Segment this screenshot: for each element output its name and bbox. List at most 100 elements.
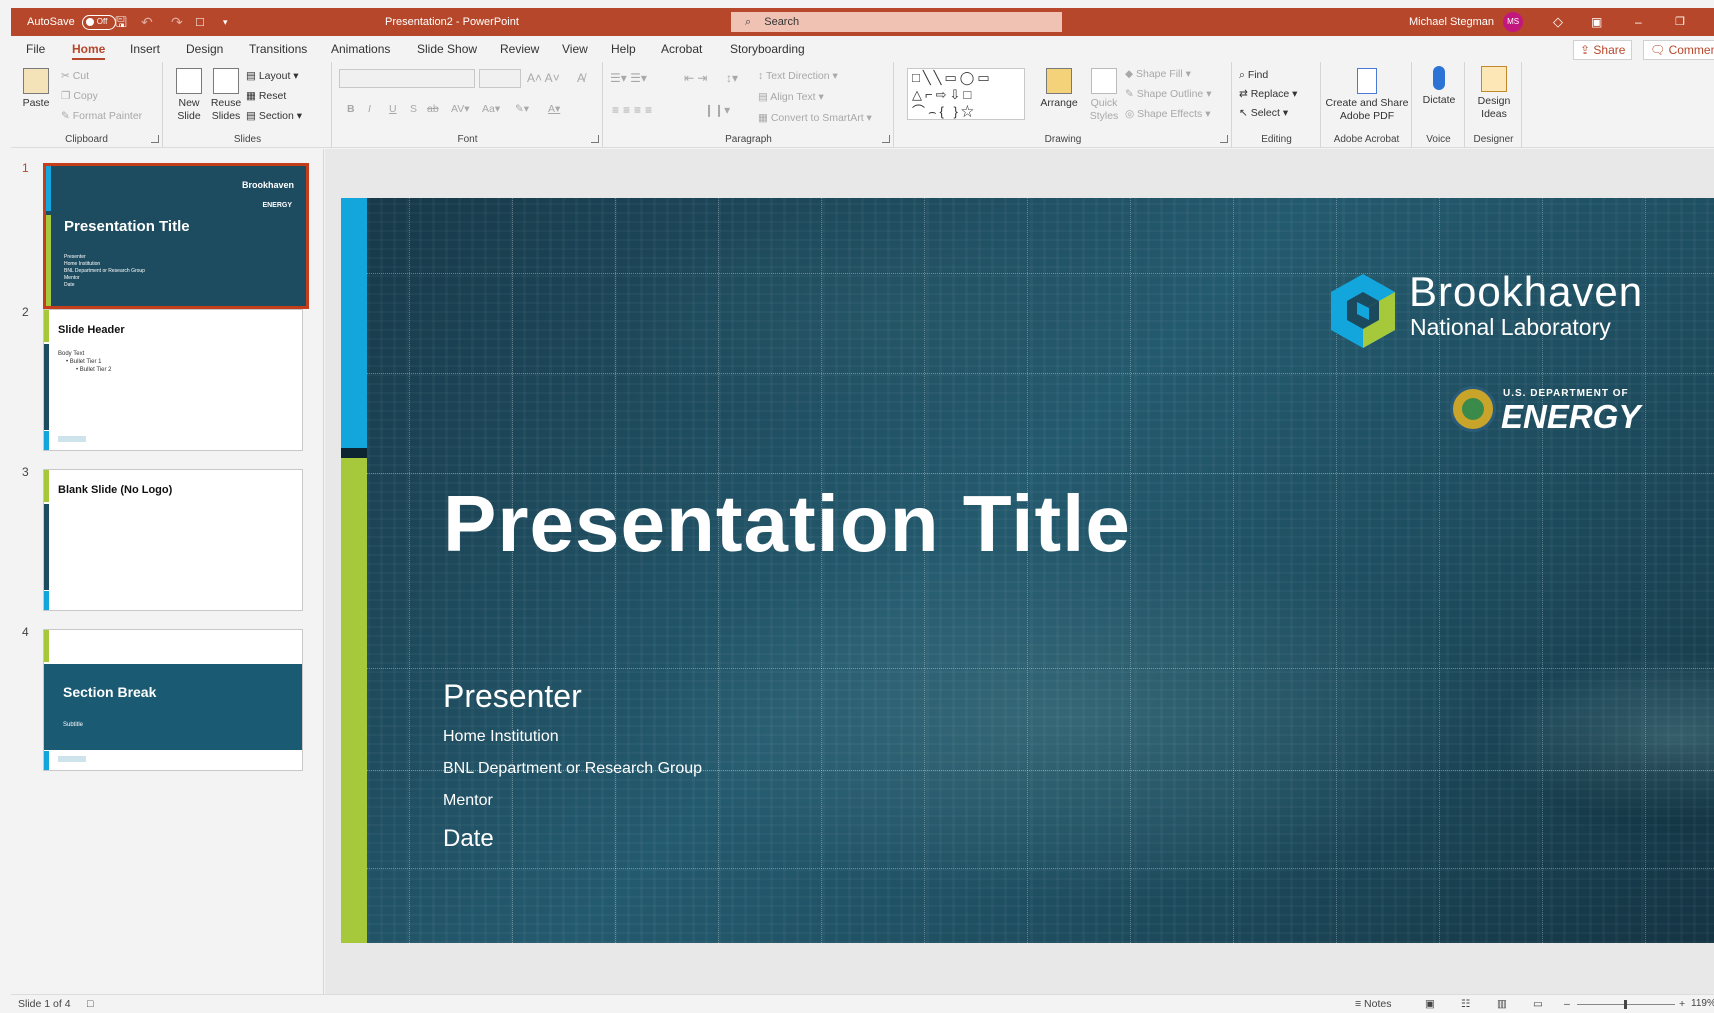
highlight-color-icon[interactable]: ✎▾ <box>515 103 529 115</box>
bullets-icon[interactable]: ☰▾ ☰▾ <box>610 71 647 85</box>
minimize-icon[interactable]: – <box>1635 8 1642 36</box>
indent-icons[interactable]: ⇤ ⇥ <box>684 71 707 85</box>
tab-animations[interactable]: Animations <box>331 36 390 62</box>
reuse-slides-button[interactable]: Reuse Slides <box>210 68 242 123</box>
layout-button[interactable]: ▤ Layout ▾ <box>246 70 299 82</box>
text-direction-button[interactable]: ↕ Text Direction ▾ <box>758 70 838 82</box>
shadow-button[interactable]: S <box>410 103 417 115</box>
user-account[interactable]: Michael Stegman MS <box>1409 8 1524 36</box>
line-spacing-icon[interactable]: ↕▾ <box>726 71 738 85</box>
create-share-pdf-button[interactable]: Create and Share Adobe PDF <box>1324 68 1410 123</box>
slide-title[interactable]: Presentation Title <box>443 478 1131 570</box>
format-painter-button[interactable]: ✎ Format Painter <box>61 110 142 122</box>
underline-button[interactable]: U <box>389 103 397 115</box>
font-launcher-icon[interactable] <box>591 135 599 143</box>
department-text[interactable]: BNL Department or Research Group <box>443 760 702 778</box>
autosave-switch[interactable]: Off <box>81 14 116 30</box>
slide-show-icon[interactable]: ▭ <box>1533 998 1543 1010</box>
share-button[interactable]: ⇪ Share <box>1573 40 1633 60</box>
presenter-text[interactable]: Presenter <box>443 678 582 715</box>
dictate-button[interactable]: Dictate <box>1417 66 1461 107</box>
convert-smartart-button[interactable]: ▦ Convert to SmartArt ▾ <box>758 112 872 124</box>
tab-insert[interactable]: Insert <box>130 36 160 62</box>
slide-thumbnail-2[interactable]: Slide Header Body Text • Bullet Tier 1 •… <box>43 309 303 451</box>
thumb-line: BNL Department or Research Group <box>64 268 145 274</box>
reading-view-icon[interactable]: ▥ <box>1497 998 1507 1010</box>
bold-button[interactable]: B <box>347 103 355 115</box>
comments-button[interactable]: 🗨 Comments <box>1643 40 1714 60</box>
date-text[interactable]: Date <box>443 825 494 853</box>
tab-home[interactable]: Home <box>72 36 106 62</box>
font-size-dropdown[interactable] <box>479 69 521 88</box>
tab-transitions[interactable]: Transitions <box>249 36 307 62</box>
start-from-beginning-icon[interactable]: □ <box>196 8 204 36</box>
slide-thumbnail-3[interactable]: Blank Slide (No Logo) <box>43 469 303 611</box>
shape-outline-button[interactable]: ✎ Shape Outline ▾ <box>1125 88 1211 100</box>
arrange-button[interactable]: Arrange <box>1037 68 1081 110</box>
quick-styles-button[interactable]: Quick Styles <box>1085 68 1123 123</box>
avatar[interactable]: MS <box>1503 12 1524 33</box>
cut-button[interactable]: ✂ Cut <box>61 70 89 82</box>
italic-button[interactable]: I <box>368 103 371 115</box>
tab-slide-show[interactable]: Slide Show <box>417 36 477 62</box>
tab-help[interactable]: Help <box>611 36 636 62</box>
undo-icon[interactable]: ↶ <box>141 8 153 36</box>
paragraph-launcher-icon[interactable] <box>882 135 890 143</box>
slide-thumbnail-1[interactable]: Brookhaven ENERGY Presentation Title Pre… <box>43 163 309 309</box>
notes-button[interactable]: ≡ Notes <box>1355 998 1391 1010</box>
strikethrough-icon[interactable]: ab <box>427 103 439 115</box>
char-spacing-icon[interactable]: AV▾ <box>451 103 470 115</box>
tab-file[interactable]: File <box>26 36 45 62</box>
ribbon-display-icon[interactable]: ▣ <box>1591 8 1602 36</box>
diamond-icon[interactable]: ◇ <box>1553 8 1563 36</box>
accessibility-icon[interactable]: □ <box>87 998 93 1010</box>
zoom-out-button[interactable]: – <box>1564 998 1570 1010</box>
search-box[interactable]: ⌕ Search <box>731 12 1062 32</box>
columns-icon[interactable]: ❙❙▾ <box>704 103 730 117</box>
slide-sorter-icon[interactable]: ☷ <box>1461 998 1470 1010</box>
normal-view-icon[interactable]: ▣ <box>1425 998 1435 1010</box>
current-slide[interactable]: Brookhaven National Laboratory U.S. DEPA… <box>341 198 1714 943</box>
save-icon[interactable]: 🖫 <box>115 8 127 36</box>
zoom-slider[interactable] <box>1577 1000 1675 1009</box>
design-ideas-button[interactable]: Design Ideas <box>1470 66 1518 121</box>
clear-formatting-icon[interactable]: A̸ <box>577 71 585 85</box>
tab-review[interactable]: Review <box>500 36 539 62</box>
mentor-text[interactable]: Mentor <box>443 792 493 810</box>
font-name-dropdown[interactable] <box>339 69 475 88</box>
copy-button[interactable]: ❐ Copy <box>61 90 98 102</box>
select-button[interactable]: ↖ Select ▾ <box>1239 107 1288 119</box>
align-text-button[interactable]: ▤ Align Text ▾ <box>758 91 824 103</box>
zoom-slider-handle[interactable] <box>1624 1000 1627 1009</box>
change-case-button[interactable]: Aa▾ <box>482 103 500 115</box>
tab-storyboarding[interactable]: Storyboarding <box>730 36 805 62</box>
paste-button[interactable]: Paste <box>21 68 51 110</box>
font-color-icon[interactable]: A▾ <box>548 103 560 115</box>
grow-font-icon[interactable]: A˄ A˅ <box>527 71 560 85</box>
autosave-toggle[interactable]: AutoSave Off <box>27 8 116 36</box>
restore-icon[interactable]: ❐ <box>1675 8 1685 36</box>
find-button[interactable]: ⌕ Find <box>1239 69 1268 82</box>
redo-icon[interactable]: ↷ <box>171 8 183 36</box>
thumb-line: • Bullet Tier 1 <box>66 359 102 365</box>
shape-fill-button[interactable]: ◆ Shape Fill ▾ <box>1125 68 1191 80</box>
drawing-launcher-icon[interactable] <box>1220 135 1228 143</box>
shape-effects-button[interactable]: ◎ Shape Effects ▾ <box>1125 108 1210 120</box>
new-slide-button[interactable]: New Slide <box>172 68 206 123</box>
shapes-gallery[interactable]: □╲╲▭◯▭ △⌐⇨⇩□ ⌒⌢{ }☆ <box>907 68 1025 120</box>
tab-view[interactable]: View <box>562 36 588 62</box>
section-button[interactable]: ▤ Section ▾ <box>246 110 302 122</box>
alignment-icons[interactable]: ≡≡≡≡ <box>612 103 656 117</box>
clipboard-launcher-icon[interactable] <box>151 135 159 143</box>
slide-thumbnail-4[interactable]: Section Break Subtitle <box>43 629 303 771</box>
home-institution-text[interactable]: Home Institution <box>443 728 559 746</box>
zoom-level[interactable]: 119% <box>1691 998 1714 1009</box>
customize-toolbar-icon[interactable]: ▾ <box>223 8 228 36</box>
replace-button[interactable]: ⇄ Replace ▾ <box>1239 88 1297 100</box>
slide-number: 1 <box>22 161 29 175</box>
reset-button[interactable]: ▦ Reset <box>246 90 286 102</box>
tab-acrobat[interactable]: Acrobat <box>661 36 702 62</box>
tab-design[interactable]: Design <box>186 36 223 62</box>
zoom-in-button[interactable]: + <box>1679 998 1685 1010</box>
doe-seal-icon <box>1450 386 1496 432</box>
